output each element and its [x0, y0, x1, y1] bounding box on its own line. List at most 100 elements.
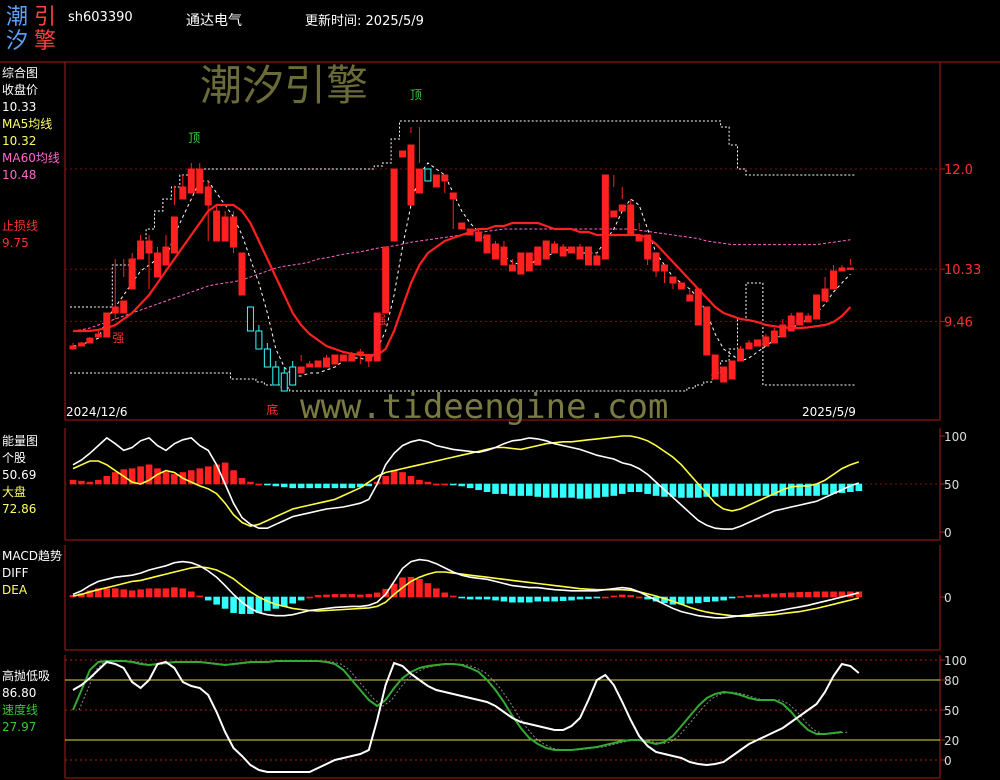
macd-bar: [627, 595, 635, 598]
candle-body: [830, 270, 837, 290]
macd-bar: [171, 587, 178, 598]
price-axis-label: 12.0: [944, 163, 973, 178]
macd-bar: [821, 591, 829, 598]
macd-bar: [703, 596, 711, 602]
energy-bar: [213, 464, 220, 485]
macd-bar: [264, 596, 271, 611]
energy-bar: [483, 483, 491, 492]
energy-bar: [340, 483, 347, 489]
candle-body: [838, 267, 846, 272]
candle-body: [196, 168, 204, 194]
energy-axis-label: 100: [944, 430, 967, 444]
macd-bar: [137, 589, 144, 598]
candle-body: [69, 345, 77, 350]
energy-bar: [787, 483, 795, 496]
macd-bar: [737, 596, 744, 598]
candle-body: [221, 216, 229, 242]
macd-bar: [323, 594, 330, 598]
energy-bar: [289, 483, 297, 489]
energy-bar: [86, 481, 94, 485]
candle-body: [415, 168, 423, 194]
energy-bar: [602, 483, 609, 497]
macd-bar: [458, 596, 466, 599]
candle-body: [542, 240, 550, 260]
macd-bar: [559, 596, 567, 601]
macd-bar: [306, 596, 313, 599]
bottom-marker: 底: [266, 402, 278, 417]
energy-bar: [103, 476, 111, 485]
candle-body: [694, 288, 702, 326]
date-end: 2025/5/9: [802, 405, 856, 419]
macd-bar: [602, 596, 609, 599]
macd-bar: [635, 596, 643, 599]
energy-bar: [196, 468, 204, 485]
candle-body: [230, 216, 238, 248]
energy-bar: [382, 476, 389, 485]
logo-char: 擎: [34, 29, 57, 54]
candle-body: [323, 357, 330, 368]
candle-body: [500, 246, 508, 266]
energy-bar: [264, 483, 271, 486]
osc-speed-shadow: [78, 660, 848, 751]
energy-bar: [255, 483, 263, 486]
candle-body: [770, 330, 778, 344]
stock-chart-canvas[interactable]: 潮汐引擎www.tideengine.com12.010.339.46顶顶强强底…: [0, 0, 1000, 780]
candle-body: [86, 337, 94, 344]
macd-bar: [213, 596, 220, 605]
candle-body: [601, 174, 609, 260]
macd-bar: [711, 596, 719, 602]
macd-bar: [779, 593, 787, 598]
macd-bar: [694, 596, 702, 604]
candle-body: [804, 315, 812, 323]
energy-bar: [323, 483, 330, 489]
candle-body: [280, 372, 288, 392]
close-value: 10.33: [2, 100, 37, 114]
energy-bar: [272, 483, 280, 487]
macd-bar: [585, 596, 592, 599]
strong-marker: 强: [374, 313, 386, 327]
macd-bar: [162, 588, 170, 598]
osc-panel-title: 高抛低吸: [2, 669, 51, 683]
energy-bar: [441, 483, 449, 486]
energy-bar: [416, 479, 423, 485]
energy-bar: [433, 483, 440, 486]
macd-bar: [804, 592, 812, 598]
logo-char: 引: [34, 5, 57, 30]
macd-bar: [145, 588, 153, 598]
macd-bar: [365, 594, 373, 598]
macd-bar: [348, 594, 356, 598]
candle-body: [525, 252, 533, 272]
energy-market-line: [72, 435, 860, 528]
energy-axis-label: 50: [944, 478, 959, 492]
energy-bar: [230, 470, 237, 485]
energy-bar: [610, 483, 618, 496]
candle-body: [534, 246, 542, 266]
candle-body: [170, 216, 178, 254]
energy-bar: [466, 483, 474, 489]
candle-body: [551, 243, 559, 254]
candle-body: [475, 231, 483, 242]
candle-body: [331, 354, 339, 365]
candle-body: [711, 354, 719, 380]
macd-bar: [796, 592, 804, 598]
macd-bar: [373, 592, 381, 598]
candle-body: [120, 300, 128, 314]
macd-bar: [787, 592, 795, 598]
candle-body: [137, 240, 145, 260]
energy-bar: [238, 477, 246, 485]
energy-bar: [509, 483, 516, 496]
candle-body: [213, 210, 221, 242]
energy-bar: [728, 483, 736, 496]
candle-body: [508, 264, 516, 272]
energy-bar: [78, 480, 85, 485]
macd-bar: [593, 596, 601, 599]
macd-bar: [509, 596, 516, 603]
candle-body: [449, 192, 457, 200]
macd-bar: [297, 596, 305, 601]
candle-body: [238, 252, 246, 296]
energy-stock-label: 个股: [2, 451, 27, 465]
energy-bar: [69, 479, 77, 485]
energy-bar: [297, 483, 305, 489]
energy-bar: [390, 470, 398, 485]
candle-body: [162, 246, 170, 266]
